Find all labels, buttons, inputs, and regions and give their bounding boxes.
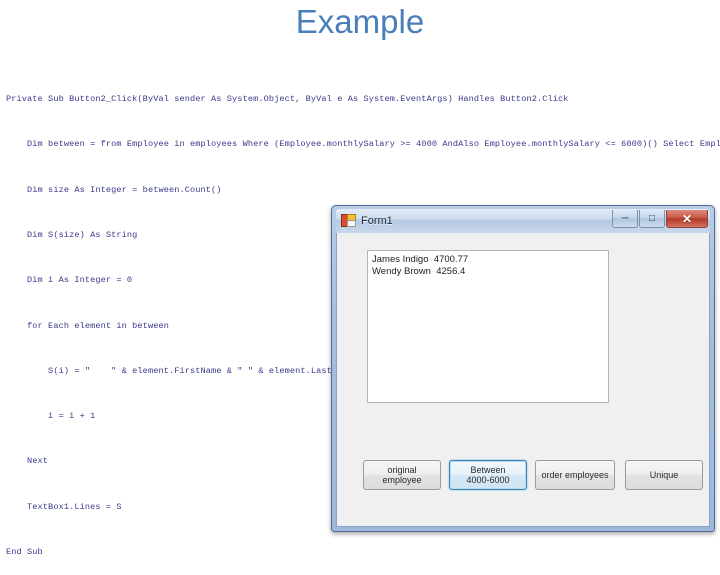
unique-button[interactable]: Unique: [625, 460, 703, 490]
order-employees-button[interactable]: order employees: [535, 460, 615, 490]
window-title-text: Form1: [361, 215, 393, 227]
output-textbox[interactable]: James Indigo 4700.77 Wendy Brown 4256.4: [367, 250, 609, 403]
window-controls: ─ □ ✕: [611, 210, 708, 228]
vb-form-icon: [341, 214, 356, 228]
form-window[interactable]: Form1 ─ □ ✕ James Indigo 4700.77 Wendy B…: [331, 205, 715, 532]
code-line: Dim between = from Employee in employees…: [6, 139, 720, 150]
window-title-bar[interactable]: Form1 ─ □ ✕: [336, 209, 710, 233]
original-employee-button[interactable]: original employee: [363, 460, 441, 490]
form-button-row: original employee Between 4000-6000 orde…: [363, 460, 703, 492]
code-line: Dim size As Integer = between.Count(): [6, 184, 222, 195]
between-4000-6000-button[interactable]: Between 4000-6000: [449, 460, 527, 490]
page-title: Example: [295, 3, 425, 40]
code-line: End Sub: [6, 547, 43, 557]
minimize-button[interactable]: ─: [612, 210, 638, 228]
close-icon: ✕: [681, 211, 693, 226]
maximize-icon: □: [648, 212, 656, 224]
form-client-area: James Indigo 4700.77 Wendy Brown 4256.4 …: [336, 233, 710, 527]
maximize-button[interactable]: □: [639, 210, 665, 228]
close-button[interactable]: ✕: [666, 210, 708, 228]
minimize-icon: ─: [621, 212, 629, 224]
code-line: Private Sub Button2_Click(ByVal sender A…: [6, 94, 569, 105]
